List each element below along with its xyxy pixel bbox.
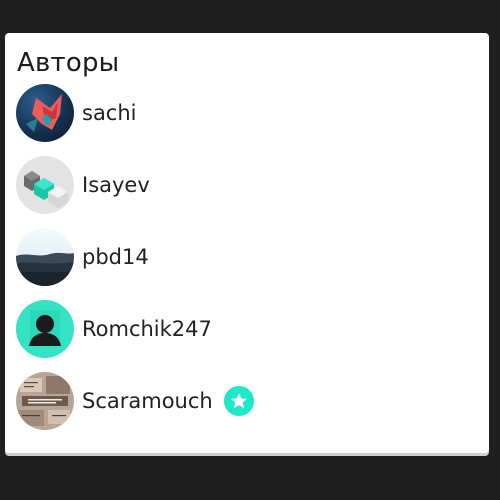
author-name: Scaramouch — [82, 389, 213, 413]
cubes-avatar-icon — [16, 156, 74, 214]
author-name: sachi — [82, 101, 137, 125]
author-name: pbd14 — [82, 245, 149, 269]
fox-art-avatar-icon — [16, 84, 74, 142]
default-user-avatar-icon — [16, 300, 74, 358]
author-item-pbd14[interactable]: pbd14 — [16, 228, 149, 286]
section-title: Авторы — [17, 48, 120, 78]
authors-card: Авторы sachi Isayev pbd14 Romchik247 Sca… — [5, 33, 489, 453]
author-name: Romchik247 — [82, 317, 212, 341]
author-item-scaramouch[interactable]: Scaramouch — [16, 372, 254, 430]
text-collage-avatar-icon — [16, 372, 74, 430]
landscape-avatar-icon — [16, 228, 74, 286]
author-item-sachi[interactable]: sachi — [16, 84, 137, 142]
author-item-romchik247[interactable]: Romchik247 — [16, 300, 212, 358]
star-icon — [223, 386, 254, 416]
author-item-isayev[interactable]: Isayev — [16, 156, 150, 214]
author-name: Isayev — [82, 173, 150, 197]
